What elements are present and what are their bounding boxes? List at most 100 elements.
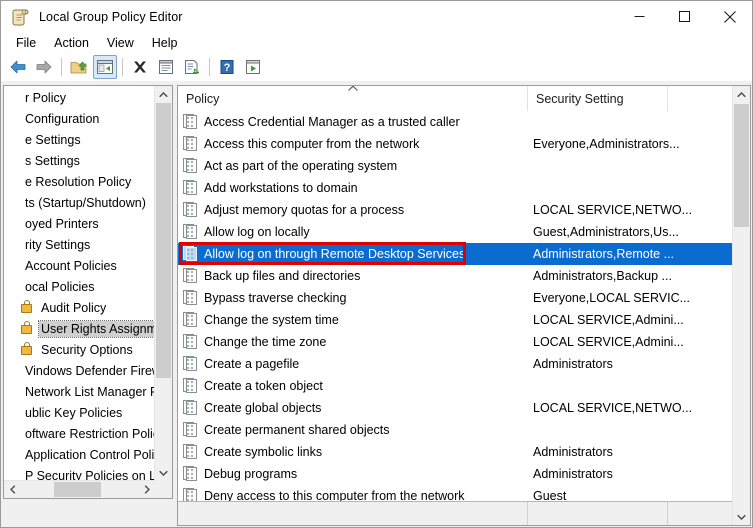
tree-item[interactable]: e Settings bbox=[4, 129, 155, 150]
maximize-button[interactable] bbox=[662, 1, 707, 32]
tree-item-label: s Settings bbox=[23, 153, 82, 169]
tree-horizontal-scrollbar[interactable] bbox=[4, 480, 155, 498]
list-scroll-down-arrow[interactable] bbox=[733, 508, 750, 525]
tree-item[interactable]: Account Policies bbox=[4, 255, 155, 276]
close-button[interactable] bbox=[707, 1, 752, 32]
tree-item[interactable]: oyed Printers bbox=[4, 213, 155, 234]
view-window-button[interactable] bbox=[241, 55, 265, 79]
table-row[interactable]: Create permanent shared objects bbox=[178, 419, 733, 441]
tree-item[interactable]: rity Settings bbox=[4, 234, 155, 255]
show-hide-console-tree-button[interactable] bbox=[93, 55, 117, 79]
tree-item[interactable]: Network List Manager Policie bbox=[4, 381, 155, 402]
cell-policy-name: Access Credential Manager as a trusted c… bbox=[204, 115, 533, 129]
tree-item-label: Account Policies bbox=[23, 258, 119, 274]
table-row[interactable]: Access Credential Manager as a trusted c… bbox=[178, 111, 733, 133]
tree-item[interactable]: s Settings bbox=[4, 150, 155, 171]
tree-item[interactable]: Application Control Policies bbox=[4, 444, 155, 465]
table-row[interactable]: Change the system timeLOCAL SERVICE,Admi… bbox=[178, 309, 733, 331]
column-header-security-setting-label: Security Setting bbox=[536, 92, 624, 106]
table-row[interactable]: Act as part of the operating system bbox=[178, 155, 733, 177]
tree-item[interactable]: ocal Policies bbox=[4, 276, 155, 297]
tree-item-icon-placeholder bbox=[4, 258, 20, 274]
up-one-level-button[interactable] bbox=[67, 55, 91, 79]
delete-button[interactable] bbox=[128, 55, 152, 79]
table-row[interactable]: Access this computer from the networkEve… bbox=[178, 133, 733, 155]
tree-item-label: Audit Policy bbox=[39, 300, 108, 316]
list-vertical-scrollbar[interactable] bbox=[732, 86, 750, 525]
cell-security-setting: Guest bbox=[533, 489, 703, 501]
tree-item[interactable]: Configuration bbox=[4, 108, 155, 129]
forward-button[interactable] bbox=[32, 55, 56, 79]
table-row[interactable]: Bypass traverse checkingEveryone,LOCAL S… bbox=[178, 287, 733, 309]
tree-item[interactable]: User Rights Assignment bbox=[4, 318, 155, 339]
tree-hscroll-thumb[interactable] bbox=[54, 482, 101, 497]
table-row[interactable]: Allow log on locallyGuest,Administrators… bbox=[178, 221, 733, 243]
toolbar-separator bbox=[122, 58, 123, 76]
cell-policy-name: Adjust memory quotas for a process bbox=[204, 203, 533, 217]
tree-item[interactable]: ts (Startup/Shutdown) bbox=[4, 192, 155, 213]
tree-item[interactable]: ublic Key Policies bbox=[4, 402, 155, 423]
cell-policy-name: Create permanent shared objects bbox=[204, 423, 533, 437]
policy-setting-icon bbox=[183, 422, 199, 438]
table-row[interactable]: Create symbolic linksAdministrators bbox=[178, 441, 733, 463]
tree-scroll-right-arrow[interactable] bbox=[138, 481, 155, 498]
menu-file[interactable]: File bbox=[7, 34, 45, 52]
column-header-policy[interactable]: Policy bbox=[178, 86, 528, 111]
cell-policy-name: Debug programs bbox=[204, 467, 533, 481]
tree-scroll-down-arrow[interactable] bbox=[155, 464, 172, 481]
table-row[interactable]: Create a pagefileAdministrators bbox=[178, 353, 733, 375]
tree-item[interactable]: e Resolution Policy bbox=[4, 171, 155, 192]
help-button[interactable]: ? bbox=[215, 55, 239, 79]
policy-setting-icon bbox=[183, 466, 199, 482]
export-list-button[interactable] bbox=[180, 55, 204, 79]
tree-scroll-thumb[interactable] bbox=[156, 103, 171, 378]
column-header-extra[interactable] bbox=[668, 86, 732, 111]
table-row[interactable]: Create global objectsLOCAL SERVICE,NETWO… bbox=[178, 397, 733, 419]
tree-item[interactable]: oftware Restriction Policies bbox=[4, 423, 155, 444]
table-row[interactable]: Change the time zoneLOCAL SERVICE,Admini… bbox=[178, 331, 733, 353]
tree-item-label: ocal Policies bbox=[23, 279, 96, 295]
sort-ascending-icon bbox=[347, 85, 358, 94]
table-row[interactable]: Create a token object bbox=[178, 375, 733, 397]
security-policy-icon bbox=[20, 300, 36, 316]
tree-item-icon-placeholder bbox=[4, 363, 20, 379]
menu-action[interactable]: Action bbox=[45, 34, 98, 52]
table-row[interactable]: Deny access to this computer from the ne… bbox=[178, 485, 733, 501]
cell-policy-name: Bypass traverse checking bbox=[204, 291, 533, 305]
tree-item[interactable]: Vindows Defender Firewall w bbox=[4, 360, 155, 381]
tree-item[interactable]: r Policy bbox=[4, 87, 155, 108]
tree-item[interactable]: Audit Policy bbox=[4, 297, 155, 318]
cell-policy-name: Add workstations to domain bbox=[204, 181, 533, 195]
tree-item-label: Security Options bbox=[39, 342, 135, 358]
column-header-security-setting[interactable]: Security Setting bbox=[528, 86, 668, 111]
cell-policy-name: Access this computer from the network bbox=[204, 137, 533, 151]
console-tree[interactable]: r Policy Configuration e Settings s Setting… bbox=[4, 86, 155, 481]
table-row[interactable]: Adjust memory quotas for a processLOCAL … bbox=[178, 199, 733, 221]
tree-item-label: Vindows Defender Firewall w bbox=[23, 363, 155, 379]
minimize-button[interactable] bbox=[617, 1, 662, 32]
back-button[interactable] bbox=[6, 55, 30, 79]
table-row[interactable]: Back up files and directoriesAdministrat… bbox=[178, 265, 733, 287]
table-row[interactable]: Allow log on through Remote Desktop Serv… bbox=[178, 243, 733, 265]
cell-security-setting: Guest,Administrators,Us... bbox=[533, 225, 703, 239]
cell-policy-name: Back up files and directories bbox=[204, 269, 533, 283]
table-row[interactable]: Debug programsAdministrators bbox=[178, 463, 733, 485]
tree-item-icon-placeholder bbox=[4, 468, 20, 482]
policy-list[interactable]: Access Credential Manager as a trusted c… bbox=[178, 111, 733, 501]
policy-setting-icon bbox=[183, 378, 199, 394]
tree-item[interactable]: P Security Policies on Local C bbox=[4, 465, 155, 481]
table-row[interactable]: Add workstations to domain bbox=[178, 177, 733, 199]
tree-item-label: oyed Printers bbox=[23, 216, 101, 232]
tree-item[interactable]: Security Options bbox=[4, 339, 155, 360]
tree-item-label: P Security Policies on Local C bbox=[23, 468, 155, 482]
properties-button[interactable] bbox=[154, 55, 178, 79]
tree-scroll-left-arrow[interactable] bbox=[4, 481, 21, 498]
tree-item-label: Configuration bbox=[23, 111, 101, 127]
policy-setting-icon bbox=[183, 290, 199, 306]
menu-help[interactable]: Help bbox=[143, 34, 187, 52]
menu-view[interactable]: View bbox=[98, 34, 143, 52]
tree-vertical-scrollbar[interactable] bbox=[154, 86, 172, 481]
list-scroll-thumb[interactable] bbox=[734, 104, 749, 227]
tree-scroll-up-arrow[interactable] bbox=[155, 86, 172, 103]
list-scroll-up-arrow[interactable] bbox=[733, 86, 750, 103]
